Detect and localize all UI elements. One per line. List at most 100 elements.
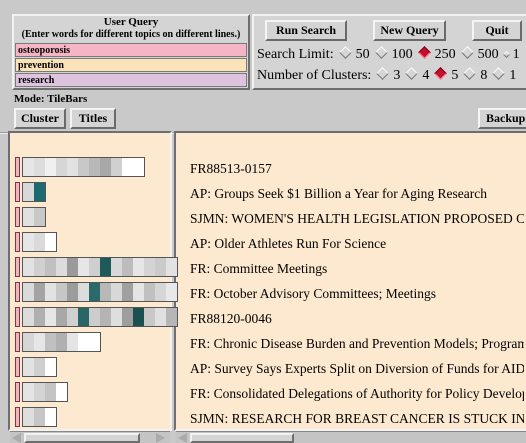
- tilebars-hscrollbar[interactable]: [10, 431, 170, 443]
- query-term-input[interactable]: prevention: [15, 58, 247, 72]
- tile-segment: [78, 333, 89, 351]
- result-title[interactable]: FR88120-0046: [190, 311, 272, 327]
- tilebar: [22, 357, 57, 377]
- tile-segment: [100, 158, 111, 176]
- result-title[interactable]: AP: Groups Seek $1 Billion a Year for Ag…: [190, 186, 487, 202]
- tile-segment: [34, 208, 45, 226]
- tile-segment: [133, 308, 144, 326]
- document-length-marker: [15, 182, 20, 202]
- query-header-line1: User Query: [103, 16, 159, 28]
- tile-segment: [78, 258, 89, 276]
- result-title[interactable]: AP: Survey Says Experts Split on Diversi…: [190, 361, 524, 377]
- tile-segment: [56, 383, 67, 401]
- tilebar-row[interactable]: [15, 332, 101, 352]
- tile-segment: [23, 158, 34, 176]
- radio-button[interactable]: [463, 67, 477, 80]
- document-length-marker: [15, 232, 20, 252]
- radio-button[interactable]: [376, 67, 390, 80]
- scroll-thumb[interactable]: [24, 433, 140, 443]
- radio-button[interactable]: [502, 50, 510, 59]
- tile-segment: [89, 308, 100, 326]
- tilebar-row[interactable]: [15, 382, 68, 402]
- tile-segment: [23, 308, 34, 326]
- tile-segment: [23, 358, 34, 376]
- quit-button[interactable]: Quit: [472, 20, 522, 41]
- result-title[interactable]: AP: Older Athletes Run For Science: [190, 236, 386, 252]
- query-term-input[interactable]: research: [15, 73, 247, 87]
- tilebar: [22, 207, 46, 227]
- scroll-thumb[interactable]: [190, 433, 294, 443]
- tilebar: [22, 232, 57, 252]
- radio-button[interactable]: [338, 46, 352, 59]
- clusters-row: Number of Clusters: 3 4 5 8 1: [257, 67, 516, 85]
- tilebar: [22, 382, 68, 402]
- cluster-button[interactable]: Cluster: [14, 108, 66, 129]
- radio-option-label: 50: [355, 47, 370, 62]
- radio-button[interactable]: [374, 46, 388, 59]
- radio-option-label: 1: [512, 47, 520, 62]
- tilebar-row[interactable]: [15, 232, 57, 252]
- scroll-left-arrow-icon[interactable]: [178, 433, 187, 443]
- radio-button[interactable]: [460, 46, 474, 59]
- document-length-marker: [15, 282, 20, 302]
- tile-segment: [100, 258, 111, 276]
- tile-segment: [23, 333, 34, 351]
- tile-segment: [56, 333, 67, 351]
- radio-button[interactable]: [405, 67, 419, 80]
- tilebar-row[interactable]: [15, 157, 145, 177]
- result-title[interactable]: SJMN: WOMEN'S HEALTH LEGISLATION PROPOSE…: [190, 211, 524, 227]
- tilebar-row[interactable]: [15, 207, 46, 227]
- query-term-input[interactable]: osteoporosis: [15, 43, 247, 57]
- tile-segment: [34, 408, 45, 426]
- tilebar-row[interactable]: [15, 407, 57, 427]
- result-title[interactable]: FR: October Advisory Committees; Meeting…: [190, 286, 436, 302]
- tilebar-row[interactable]: [15, 282, 178, 302]
- clusters-label: Number of Clusters:: [257, 68, 372, 83]
- tile-segment: [34, 333, 45, 351]
- result-title[interactable]: FR: Committee Meetings: [190, 261, 327, 277]
- tile-segment: [67, 258, 78, 276]
- tilebar-row[interactable]: [15, 257, 178, 277]
- tile-segment: [23, 233, 34, 251]
- tile-segment: [45, 308, 56, 326]
- radio-option-label: 5: [451, 68, 459, 83]
- tile-segment: [67, 283, 78, 301]
- tile-segment: [111, 283, 122, 301]
- tile-segment: [89, 158, 100, 176]
- tile-segment: [78, 308, 89, 326]
- backup-button[interactable]: Backup: [478, 108, 526, 129]
- tile-segment: [122, 283, 133, 301]
- tile-segment: [155, 308, 166, 326]
- tile-segment: [45, 408, 56, 426]
- titles-hscrollbar[interactable]: [176, 431, 526, 443]
- tile-segment: [100, 308, 111, 326]
- tilebar: [22, 157, 145, 177]
- result-title[interactable]: FR: Consolidated Delegations of Authorit…: [190, 386, 524, 402]
- tilebar-row[interactable]: [15, 357, 57, 377]
- titles-button[interactable]: Titles: [70, 108, 116, 129]
- document-length-marker: [15, 407, 20, 427]
- tile-segment: [78, 158, 89, 176]
- scroll-right-arrow-icon[interactable]: [156, 433, 165, 443]
- result-title[interactable]: SJMN: RESEARCH FOR BREAST CANCER IS STUC…: [190, 411, 524, 427]
- radio-button-selected[interactable]: [417, 46, 431, 59]
- result-title[interactable]: FR88513-0157: [190, 161, 272, 177]
- tile-segment: [144, 308, 155, 326]
- run-search-button[interactable]: Run Search: [265, 20, 347, 41]
- query-header-line2: (Enter words for different topics on dif…: [21, 29, 241, 40]
- new-query-button[interactable]: New Query: [373, 20, 446, 41]
- tile-segment: [144, 283, 155, 301]
- tile-segment: [45, 358, 56, 376]
- result-title[interactable]: FR: Chronic Disease Burden and Preventio…: [190, 336, 524, 352]
- search-limit-row: Search Limit: 50 100 250 500 1: [257, 46, 520, 64]
- tile-segment: [144, 258, 155, 276]
- radio-button-selected[interactable]: [434, 67, 448, 80]
- tile-segment: [34, 383, 45, 401]
- radio-button[interactable]: [492, 67, 506, 80]
- tile-segment: [56, 158, 67, 176]
- tilebar: [22, 307, 178, 327]
- tilebar-row[interactable]: [15, 307, 178, 327]
- tile-segment: [23, 408, 34, 426]
- tilebar-row[interactable]: [15, 182, 46, 202]
- scroll-left-arrow-icon[interactable]: [12, 433, 21, 443]
